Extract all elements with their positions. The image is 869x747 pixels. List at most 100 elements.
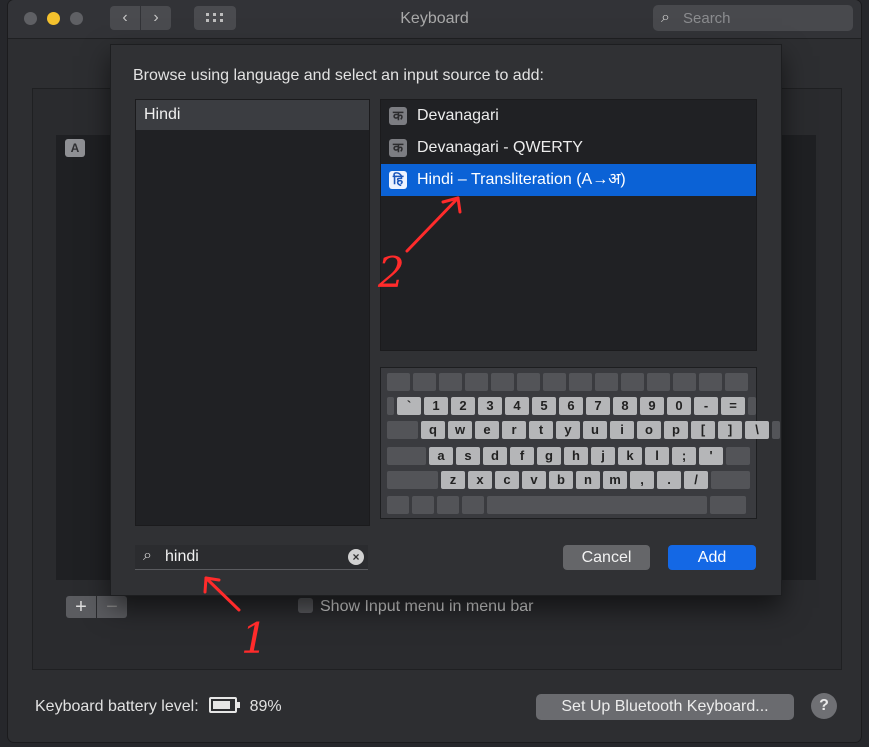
keyboard-key: ,	[630, 471, 654, 489]
keyboard-key	[726, 447, 750, 465]
keyboard-key	[387, 471, 438, 489]
keyboard-key: i	[610, 421, 634, 439]
source-label: Hindi – Transliteration (A→अ)	[417, 171, 626, 188]
keyboard-key: 4	[505, 397, 529, 415]
keyboard-key: 6	[559, 397, 583, 415]
keyboard-key	[647, 373, 670, 391]
sheet-heading: Browse using language and select an inpu…	[133, 67, 544, 84]
search-value[interactable]: hindi	[165, 548, 199, 566]
input-source-preview	[778, 135, 816, 580]
keyboard-key	[465, 373, 488, 391]
clear-search-icon[interactable]: ×	[348, 549, 364, 565]
show-input-menu-label: Show Input menu in menu bar	[320, 598, 534, 615]
battery-icon	[209, 697, 241, 713]
add-input-source-sheet: Browse using language and select an inpu…	[110, 44, 782, 596]
keyboard-key: s	[456, 447, 480, 465]
checkbox-icon[interactable]	[298, 598, 313, 613]
keyboard-key: [	[691, 421, 715, 439]
keyboard-key: t	[529, 421, 553, 439]
keyboard-key: e	[475, 421, 499, 439]
keyboard-key: y	[556, 421, 580, 439]
keyboard-key	[711, 471, 750, 489]
keyboard-key: w	[448, 421, 472, 439]
keyboard-key	[387, 421, 418, 439]
keyboard-preferences-window: ‹ › Keyboard ⌕ Search A + − Show Input m…	[8, 0, 861, 742]
hindi-keyboard-icon: हि	[389, 171, 407, 189]
cancel-button[interactable]: Cancel	[563, 545, 650, 570]
battery-label: Keyboard battery level:	[35, 698, 199, 715]
keyboard-key	[569, 373, 592, 391]
devanagari-keyboard-icon: क	[389, 139, 407, 157]
keyboard-key: .	[657, 471, 681, 489]
keyboard-key	[772, 421, 780, 439]
keyboard-key: p	[664, 421, 688, 439]
keyboard-key	[699, 373, 722, 391]
keyboard-key: c	[495, 471, 519, 489]
keyboard-key: =	[721, 397, 745, 415]
keyboard-key: 9	[640, 397, 664, 415]
keyboard-key: x	[468, 471, 492, 489]
keyboard-key	[621, 373, 644, 391]
source-item-devanagari-qwerty[interactable]: क Devanagari - QWERTY	[381, 132, 756, 164]
keyboard-key: j	[591, 447, 615, 465]
search-icon: ⌕	[661, 9, 670, 26]
keyboard-key	[387, 397, 394, 415]
keyboard-key: u	[583, 421, 607, 439]
keyboard-key: 0	[667, 397, 691, 415]
keyboard-key: 8	[613, 397, 637, 415]
keyboard-key: 5	[532, 397, 556, 415]
keyboard-key: ;	[672, 447, 696, 465]
keyboard-key	[543, 373, 566, 391]
keyboard-key: 3	[478, 397, 502, 415]
keyboard-key: 7	[586, 397, 610, 415]
keyboard-key	[595, 373, 618, 391]
keyboard-battery-level: Keyboard battery level: 89%	[35, 697, 282, 716]
source-item-hindi-transliteration[interactable]: हि Hindi – Transliteration (A→अ)	[381, 164, 756, 196]
keyboard-key: z	[441, 471, 465, 489]
language-search-field[interactable]: ⌕ hindi ×	[135, 545, 368, 570]
keyboard-key	[439, 373, 462, 391]
keyboard-preview: ` 1 2 3 4 5 6 7 8 9 0- = q w e r t y u i o p[] \ a s d f g h j k l; ' z x c…	[380, 367, 780, 519]
source-item-devanagari[interactable]: क Devanagari	[381, 100, 756, 132]
show-input-menu-checkbox[interactable]: Show Input menu in menu bar	[298, 598, 533, 616]
input-sources-list[interactable]	[56, 135, 116, 580]
keyboard-key	[710, 496, 746, 514]
keyboard-key	[387, 496, 409, 514]
keyboard-key: n	[576, 471, 600, 489]
remove-input-source-button[interactable]: −	[97, 596, 127, 618]
add-button[interactable]: Add	[668, 545, 756, 570]
preferences-search[interactable]: ⌕ Search	[653, 5, 853, 31]
keyboard-key: k	[618, 447, 642, 465]
keyboard-key	[412, 496, 434, 514]
battery-percent: 89%	[249, 698, 282, 715]
keyboard-key	[462, 496, 484, 514]
set-up-bluetooth-keyboard-button[interactable]: Set Up Bluetooth Keyboard...	[536, 694, 794, 720]
source-label: Devanagari	[417, 107, 499, 124]
keyboard-key: h	[564, 447, 588, 465]
keyboard-key	[437, 496, 459, 514]
keyboard-key	[487, 496, 707, 514]
keyboard-key: r	[502, 421, 526, 439]
search-placeholder: Search	[683, 10, 731, 27]
keyboard-key: /	[684, 471, 708, 489]
keyboard-key	[517, 373, 540, 391]
language-item-hindi[interactable]: Hindi	[136, 100, 369, 130]
language-list[interactable]: Hindi	[135, 99, 370, 526]
keyboard-key	[387, 373, 410, 391]
keyboard-key: 1	[424, 397, 448, 415]
keyboard-key: v	[522, 471, 546, 489]
keyboard-key: -	[694, 397, 718, 415]
keyboard-key	[387, 447, 426, 465]
keyboard-key	[725, 373, 748, 391]
input-source-a-icon: A	[65, 139, 85, 157]
keyboard-key: \	[745, 421, 769, 439]
keyboard-key: m	[603, 471, 627, 489]
keyboard-key: 2	[451, 397, 475, 415]
help-button[interactable]: ?	[811, 693, 837, 719]
keyboard-key	[413, 373, 436, 391]
input-source-list[interactable]: क Devanagari क Devanagari - QWERTY हि Hi…	[380, 99, 757, 351]
keyboard-key: '	[699, 447, 723, 465]
keyboard-key: a	[429, 447, 453, 465]
keyboard-key: d	[483, 447, 507, 465]
add-input-source-button[interactable]: +	[66, 596, 96, 618]
